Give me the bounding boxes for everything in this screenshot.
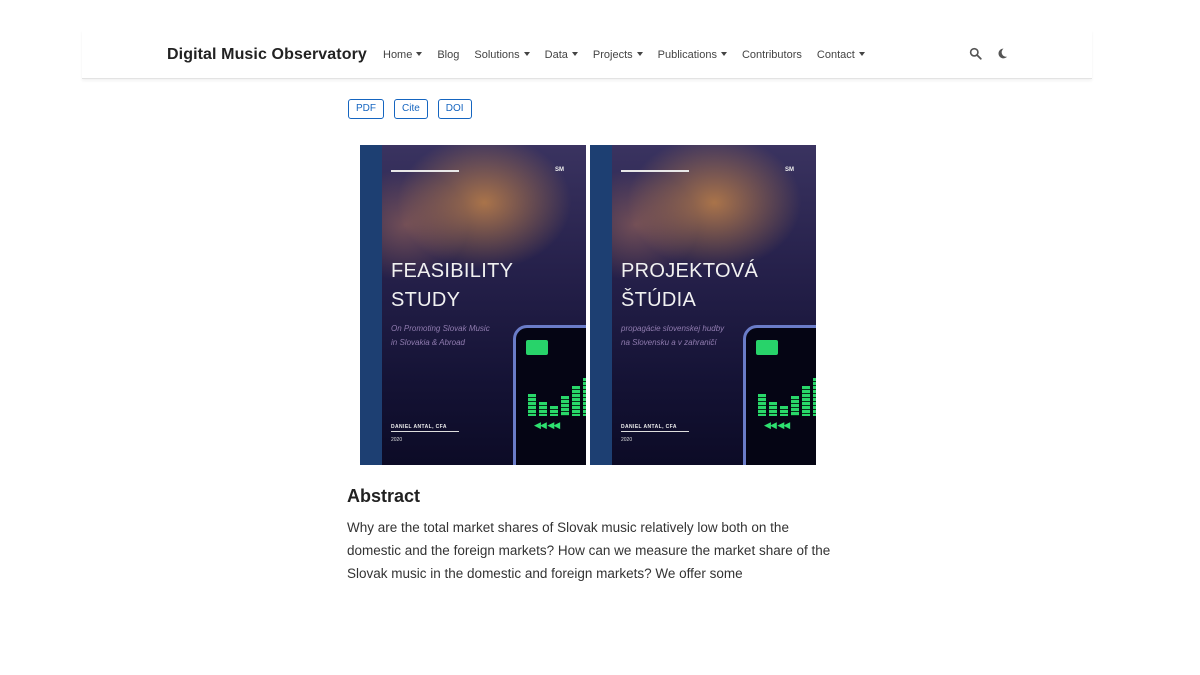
nav-contributors-label: Contributors	[741, 49, 802, 61]
cover-subtitle-line1: propagácie slovenskej hudby	[621, 324, 725, 333]
cover-subtitle: On Promoting Slovak Music in Slovakia & …	[391, 322, 490, 350]
cover-year: 2020	[391, 437, 403, 443]
eq-bar	[583, 378, 586, 416]
chevron-down-icon	[720, 52, 727, 56]
eq-bar	[791, 396, 799, 416]
eq-bar	[780, 406, 788, 416]
cover-year: 2020	[621, 437, 633, 443]
nav-projects[interactable]: Projects	[593, 49, 643, 61]
doi-button[interactable]: DOI	[437, 99, 472, 119]
eq-bar	[813, 378, 816, 416]
featured-image: SM FEASIBILITY STUDY On Promoting Slovak…	[360, 145, 816, 465]
cover-subtitle-line1: On Promoting Slovak Music	[391, 324, 490, 333]
cover-author: DANIEL ANTAL, CFA	[621, 424, 677, 430]
nav-contact-label: Contact	[816, 49, 855, 61]
equalizer-icon	[526, 340, 548, 355]
eq-bar	[758, 394, 766, 416]
chevron-down-icon	[636, 52, 643, 56]
cover-logo: SM	[785, 167, 794, 173]
cover-subtitle-line2: na Slovensku a v zahraničí	[621, 338, 717, 347]
eq-bar	[550, 406, 558, 416]
cover-title-line1: FEASIBILITY	[391, 260, 514, 282]
nav-home[interactable]: Home	[383, 49, 423, 61]
chevron-down-icon	[858, 52, 865, 56]
eq-bar	[539, 402, 547, 416]
nav-projects-label: Projects	[592, 49, 633, 61]
cover-slovak: SM PROJEKTOVÁ ŠTÚDIA propagácie slovensk…	[590, 145, 816, 465]
eq-bar	[802, 386, 810, 416]
cover-rule	[391, 170, 459, 172]
equalizer-icon	[756, 340, 778, 355]
cover-title-line1: PROJEKTOVÁ	[621, 260, 759, 282]
nav-publications[interactable]: Publications	[658, 49, 727, 61]
site-brand[interactable]: Digital Music Observatory	[167, 46, 367, 64]
cover-rule	[621, 170, 689, 172]
chevron-down-icon	[571, 52, 578, 56]
cover-title-line2: ŠTÚDIA	[621, 289, 697, 311]
equalizer-bars	[758, 372, 816, 416]
rewind-icon: ◀◀ ◀◀	[534, 420, 560, 430]
nav-solutions[interactable]: Solutions	[474, 49, 530, 61]
moon-icon[interactable]	[996, 47, 1008, 60]
eq-bar	[769, 402, 777, 416]
cover-subtitle-line2: in Slovakia & Abroad	[391, 338, 465, 347]
cover-author-rule	[621, 431, 689, 432]
cite-button[interactable]: Cite	[394, 99, 428, 119]
eq-bar	[572, 386, 580, 416]
cover-strip	[590, 145, 612, 465]
nav-contributors[interactable]: Contributors	[742, 49, 802, 61]
phone-illustration: ◀◀ ◀◀	[513, 325, 586, 465]
nav-home-label: Home	[383, 49, 413, 61]
abstract-heading: Abstract	[347, 486, 421, 506]
nav-data-label: Data	[544, 49, 568, 61]
cover-logo: SM	[555, 167, 564, 173]
main-nav: Home Blog Solutions Data Projects Public…	[383, 49, 880, 61]
cover-strip	[360, 145, 382, 465]
search-icon[interactable]	[969, 47, 982, 60]
nav-blog-label: Blog	[437, 49, 460, 61]
cover-title: PROJEKTOVÁ ŠTÚDIA	[621, 257, 758, 315]
phone-illustration: ◀◀ ◀◀	[743, 325, 816, 465]
cover-subtitle: propagácie slovenskej hudby na Slovensku…	[621, 322, 724, 350]
top-navbar: Digital Music Observatory Home Blog Solu…	[82, 30, 1092, 79]
nav-contact[interactable]: Contact	[817, 49, 865, 61]
pdf-button[interactable]: PDF	[348, 99, 384, 119]
nav-icons	[969, 47, 1008, 60]
cover-english: SM FEASIBILITY STUDY On Promoting Slovak…	[360, 145, 586, 465]
nav-data[interactable]: Data	[545, 49, 578, 61]
nav-publications-label: Publications	[657, 49, 717, 61]
eq-bar	[528, 394, 536, 416]
chevron-down-icon	[416, 52, 423, 56]
equalizer-bars	[528, 372, 586, 416]
publication-links: PDF Cite DOI	[348, 99, 472, 119]
cover-author-rule	[391, 431, 459, 432]
rewind-icon: ◀◀ ◀◀	[764, 420, 790, 430]
cover-title-line2: STUDY	[391, 289, 461, 311]
eq-bar	[561, 396, 569, 416]
cover-author: DANIEL ANTAL, CFA	[391, 424, 447, 430]
abstract-text: Why are the total market shares of Slova…	[347, 520, 831, 581]
chevron-down-icon	[523, 52, 530, 56]
nav-blog[interactable]: Blog	[437, 49, 459, 61]
cover-title: FEASIBILITY STUDY	[391, 257, 513, 315]
nav-solutions-label: Solutions	[474, 49, 520, 61]
